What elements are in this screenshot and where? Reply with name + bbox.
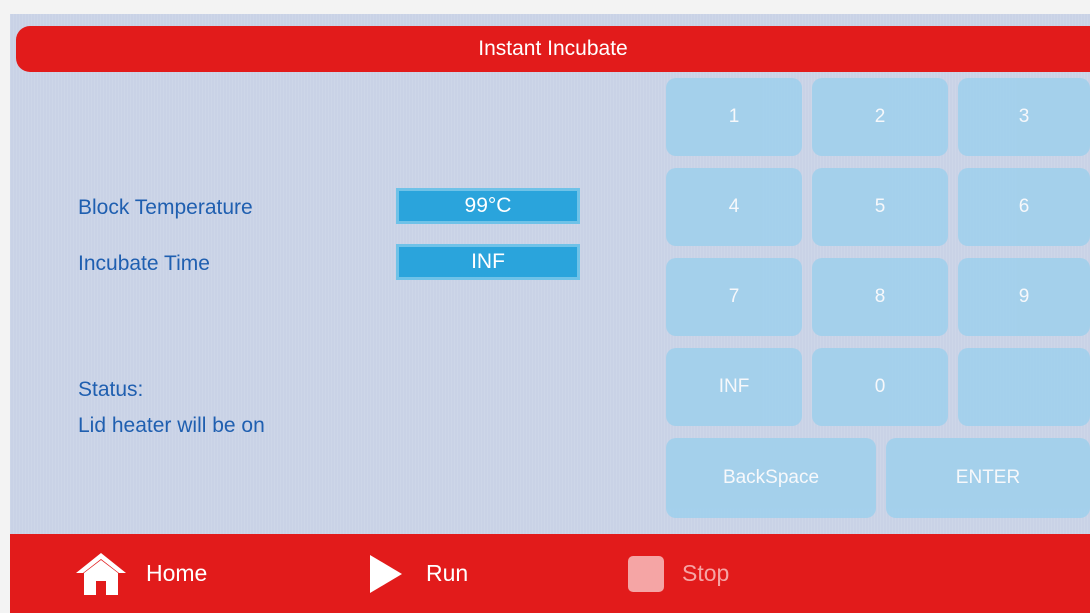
status-message: Lid heater will be on	[78, 414, 265, 437]
keypad-key-5[interactable]: 5	[812, 168, 948, 246]
stop-square-icon	[628, 555, 664, 592]
stop-label: Stop	[682, 560, 730, 586]
incubate-time-label: Incubate Time	[78, 252, 210, 275]
home-label: Home	[146, 560, 208, 586]
incubator-screen: Instant Incubate Block Temperature 99°C …	[10, 14, 1090, 613]
status-label: Status:	[78, 378, 144, 401]
keypad-key-7[interactable]: 7	[666, 258, 802, 336]
block-temperature-field[interactable]: 99°C	[396, 188, 580, 224]
keypad-key-8[interactable]: 8	[812, 258, 948, 336]
keypad-key-2[interactable]: 2	[812, 78, 948, 156]
enter-button[interactable]: ENTER	[886, 438, 1090, 518]
incubate-time-field[interactable]: INF	[396, 244, 580, 280]
title-bar: Instant Incubate	[16, 26, 1090, 72]
backspace-button[interactable]: BackSpace	[666, 438, 876, 518]
home-button[interactable]: Home	[74, 534, 207, 613]
keypad-key-inf[interactable]: INF	[666, 348, 802, 426]
play-icon	[368, 553, 404, 595]
keypad-key-0[interactable]: 0	[812, 348, 948, 426]
keypad-key-3[interactable]: 3	[958, 78, 1090, 156]
keypad-key-6[interactable]: 6	[958, 168, 1090, 246]
run-label: Run	[426, 560, 469, 586]
keypad-key-blank[interactable]	[958, 348, 1090, 426]
bottom-nav-bar: Home Run Stop	[10, 534, 1090, 613]
run-button[interactable]: Run	[368, 534, 468, 613]
stop-button[interactable]: Stop	[628, 534, 729, 613]
keypad-key-4[interactable]: 4	[666, 168, 802, 246]
keypad-key-1[interactable]: 1	[666, 78, 802, 156]
block-temperature-label: Block Temperature	[78, 196, 253, 219]
page-title: Instant Incubate	[478, 37, 628, 60]
home-icon	[74, 551, 128, 597]
keypad-key-9[interactable]: 9	[958, 258, 1090, 336]
